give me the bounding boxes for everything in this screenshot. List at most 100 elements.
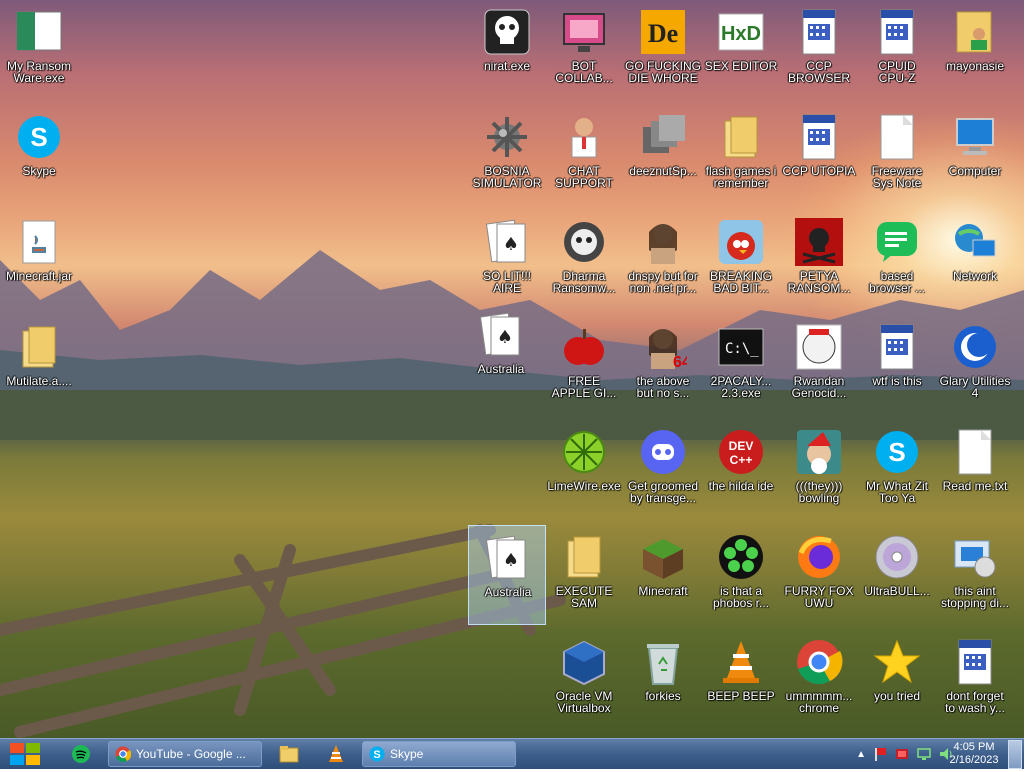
vlc-cone-icon	[717, 638, 765, 686]
quicklaunch-spotify[interactable]	[70, 743, 92, 765]
doctor-icon	[560, 113, 608, 161]
desktop-icon[interactable]: Get groomed by transge...	[624, 420, 702, 520]
desktop-icon[interactable]: BREAKING BAD BIT...	[702, 210, 780, 310]
desktop-icon[interactable]: BOSNIA SIMULATOR	[468, 105, 546, 205]
desktop-icon[interactable]: C:\_ 2PACALY... 2.3.exe	[702, 315, 780, 415]
desktop-icon-label: BREAKING BAD BIT...	[709, 269, 772, 295]
pink-monitor-icon	[560, 8, 608, 56]
clock-time: 4:05 PM	[953, 741, 995, 753]
system-tray: ▲	[856, 745, 954, 763]
desktop-icon[interactable]: S Mr What Zit Too Ya	[858, 420, 936, 520]
desktop-icon[interactable]: CPUID CPU-Z	[858, 0, 936, 100]
desktop-icon[interactable]: Freeware Sys Note	[858, 105, 936, 205]
desktop-icon-label: 2PACALY... 2.3.exe	[710, 374, 772, 400]
skype-icon: S	[369, 746, 385, 762]
chrome-icon	[795, 638, 843, 686]
tray-expand-icon[interactable]: ▲	[856, 749, 866, 760]
desktop-icon-label: Read me.txt	[942, 479, 1008, 493]
clock[interactable]: 4:05 PM 2/16/2023	[942, 741, 1006, 767]
desktop-icon[interactable]: Mutilate.a....	[0, 315, 78, 415]
svg-text:DEV: DEV	[729, 439, 754, 453]
desktop-icon[interactable]: My Ransom Ware.exe	[0, 0, 78, 100]
desktop-icon[interactable]: is that a phobos r...	[702, 525, 780, 625]
desktop-icon-label: Computer	[948, 164, 1002, 178]
task-youtube-chrome[interactable]: YouTube - Google ...	[108, 741, 262, 767]
desktop-icon[interactable]: De GO FUCKING DIE WHORE	[624, 0, 702, 100]
desktop-icon[interactable]: flash games i remember	[702, 105, 780, 205]
desktop-icon-label: flash games i remember	[705, 164, 777, 190]
desktop-icon-label: PETYA RANSOM...	[787, 269, 851, 295]
desktop-icon[interactable]: you tried	[858, 630, 936, 730]
desktop-icon[interactable]: forkies	[624, 630, 702, 730]
desktop-icon[interactable]: ummmmm... chrome	[780, 630, 858, 730]
desktop-icon-label: dnspy but for non .net pr...	[628, 269, 698, 295]
desktop-icon[interactable]: HxD SEX EDITOR	[702, 0, 780, 100]
desktop-icon[interactable]: mayonasie	[936, 0, 1014, 100]
desktop-icon-label: the above but no s...	[636, 374, 690, 400]
desktop-icon[interactable]: ♠ Australia	[468, 525, 546, 625]
desktop-icon[interactable]: Computer	[936, 105, 1014, 205]
desktop-icon[interactable]: LimeWire.exe	[545, 420, 623, 520]
desktop-icon[interactable]: dnspy but for non .net pr...	[624, 210, 702, 310]
network-tray-icon[interactable]	[916, 746, 932, 762]
desktop-icon[interactable]: (((they))) bowling	[780, 420, 858, 520]
desktop-icon[interactable]: based browser ...	[858, 210, 936, 310]
desktop-icon[interactable]: Dharma Ransomw...	[545, 210, 623, 310]
blank-document-icon	[873, 113, 921, 161]
text-file-icon	[951, 428, 999, 476]
skype-icon: S	[15, 113, 63, 161]
desktop-icon[interactable]: Rwandan Genocid...	[780, 315, 858, 415]
desktop-icon[interactable]: FREE APPLE GI...	[545, 315, 623, 415]
desktop-icon[interactable]: EXECUTE SAM	[545, 525, 623, 625]
quicklaunch-vlc[interactable]	[325, 743, 347, 765]
desktop-icon-label: Mutilate.a....	[6, 374, 72, 388]
desktop-icon[interactable]: CCP UTOPIA	[780, 105, 858, 205]
task-skype[interactable]: S Skype	[362, 741, 516, 767]
desktop-icon[interactable]: deeznutSp...	[624, 105, 702, 205]
action-center-flag-icon[interactable]	[872, 746, 888, 762]
santa-icon	[795, 428, 843, 476]
desktop-icon[interactable]: Glary Utilities 4	[936, 315, 1014, 415]
desktop-icon-label: BOSNIA SIMULATOR	[472, 164, 542, 190]
desktop-icon[interactable]: this aint stopping di...	[936, 525, 1014, 625]
taskbar: YouTube - Google ... S Skype ▲ 4:05 PM 2…	[0, 738, 1024, 769]
desktop-icon[interactable]: FURRY FOX UWU	[780, 525, 858, 625]
desktop-icon[interactable]: Oracle VM Virtualbox	[545, 630, 623, 730]
desktop-icon[interactable]: Minecraft	[624, 525, 702, 625]
desktop-icon-label: LimeWire.exe	[547, 479, 621, 493]
recycle-bin-icon	[639, 638, 687, 686]
quicklaunch-explorer[interactable]	[278, 743, 300, 765]
desktop-icon-label: FREE APPLE GI...	[551, 374, 617, 400]
desktop-icon-label: nirat.exe	[483, 59, 531, 73]
show-desktop-button[interactable]	[1008, 740, 1022, 769]
start-button[interactable]	[8, 741, 44, 767]
desktop-icon[interactable]: UltraBULL...	[858, 525, 936, 625]
desktop-icon[interactable]: ♠ SO LIT!!! AIRE	[468, 210, 546, 310]
task-label: YouTube - Google ...	[136, 747, 246, 761]
desktop-icon[interactable]: dont forget to wash y...	[936, 630, 1014, 730]
document-app-icon	[795, 8, 843, 56]
desktop-icon[interactable]: BEEP BEEP	[702, 630, 780, 730]
red-status-icon[interactable]	[894, 746, 910, 762]
desktop-icon[interactable]: Read me.txt	[936, 420, 1014, 520]
desktop-icon[interactable]: DEV C++ the hilda ide	[702, 420, 780, 520]
svg-text:C:\_: C:\_	[725, 341, 759, 357]
desktop-icon[interactable]: BOT COLLAB...	[545, 0, 623, 100]
desktop-icon[interactable]: CCP BROWSER	[780, 0, 858, 100]
desktop-icon[interactable]: S Skype	[0, 105, 78, 205]
desktop-icon[interactable]: nirat.exe	[468, 0, 546, 100]
desktop-icon[interactable]: wtf is this	[858, 315, 936, 415]
desktop-icon[interactable]: Minecraft.jar	[0, 210, 78, 310]
svg-text:S: S	[30, 122, 47, 152]
desktop-icon[interactable]: Network	[936, 210, 1014, 310]
desktop-icon[interactable]: 64 the above but no s...	[624, 315, 702, 415]
chrome-icon	[115, 746, 131, 762]
desktop-icon[interactable]: PETYA RANSOM...	[780, 210, 858, 310]
desktop-icon-label: My Ransom Ware.exe	[6, 59, 71, 85]
desktop-icon[interactable]: CHAT SUPPORT	[545, 105, 623, 205]
desktop-icon-label: SEX EDITOR	[704, 59, 778, 73]
desktop-icon[interactable]: ♠ Australia	[462, 303, 540, 403]
document-app-icon	[873, 8, 921, 56]
desktop[interactable]: My Ransom Ware.exe S Skype Minecraft.jar Mut…	[0, 0, 1024, 738]
desktop-icon-label: you tried	[873, 689, 921, 703]
